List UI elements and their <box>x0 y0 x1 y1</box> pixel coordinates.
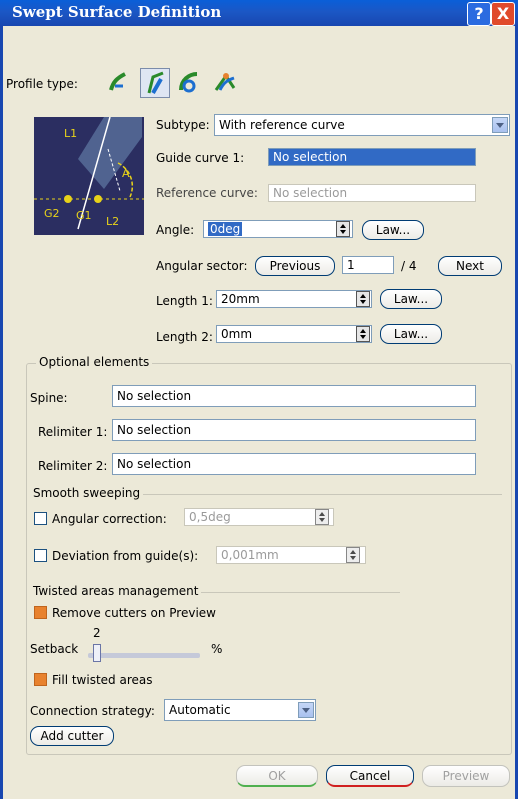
subtype-dropdown-icon[interactable] <box>492 117 508 133</box>
guide-curve-1-field[interactable]: No selection <box>268 148 476 166</box>
length-2-spinner-icon[interactable] <box>356 326 370 342</box>
relimiter-1-field[interactable]: No selection <box>112 419 476 441</box>
spine-field[interactable]: No selection <box>112 385 476 407</box>
length-1-spinner-icon[interactable] <box>356 291 370 307</box>
deviation-spinner-icon[interactable] <box>346 547 360 563</box>
smooth-sweeping-title: Smooth sweeping <box>30 486 144 500</box>
subtype-label: Subtype: <box>156 118 210 132</box>
fill-twisted-areas-label: Fill twisted areas <box>52 673 153 687</box>
preview-label-g1: G1 <box>76 209 92 222</box>
optional-elements-title: Optional elements <box>36 355 153 369</box>
cancel-button[interactable]: Cancel <box>326 765 414 787</box>
preview-label-g2: G2 <box>44 207 60 220</box>
angular-correction-spinner-icon[interactable] <box>315 509 329 525</box>
deviation-checkbox[interactable] <box>34 549 47 562</box>
angular-correction-label: Angular correction: <box>52 512 167 526</box>
length-1-label: Length 1: <box>156 294 213 308</box>
length-1-field[interactable]: 20mm <box>216 290 372 308</box>
setback-slider-thumb[interactable] <box>93 644 101 662</box>
connection-strategy-select[interactable]: Automatic <box>164 699 316 721</box>
previous-button[interactable]: Previous <box>255 256 335 276</box>
angular-correction-field[interactable]: 0,5deg <box>184 508 334 526</box>
deviation-label: Deviation from guide(s): <box>52 549 199 563</box>
reference-curve-label: Reference curve: <box>156 186 258 200</box>
dialog-window: Swept Surface Definition ? X Profile typ… <box>0 0 518 799</box>
conic-profile-icon <box>214 73 236 91</box>
setback-label: Setback <box>30 642 79 656</box>
angle-field[interactable]: 0deg <box>203 220 353 238</box>
preview-label-l1: L1 <box>64 127 77 140</box>
relimiter-1-label: Relimiter 1: <box>38 425 108 439</box>
connection-strategy-label: Connection strategy: <box>30 704 155 718</box>
twisted-areas-title: Twisted areas management <box>30 584 202 598</box>
profile-conic-button[interactable] <box>210 68 240 98</box>
connection-strategy-dropdown-icon[interactable] <box>298 702 314 718</box>
reference-curve-field[interactable]: No selection <box>268 184 476 202</box>
preview-label-a: A <box>122 167 130 180</box>
guide-curve-1-label: Guide curve 1: <box>156 151 245 165</box>
preview-label-l2: L2 <box>106 215 119 228</box>
spine-label: Spine: <box>30 391 68 405</box>
profile-type-label: Profile type: <box>6 77 78 91</box>
window-title: Swept Surface Definition <box>12 3 222 21</box>
setback-unit: % <box>211 642 223 656</box>
profile-explicit-button[interactable] <box>105 68 135 98</box>
length-2-law-button[interactable]: Law... <box>380 324 442 344</box>
profile-circle-button[interactable] <box>175 68 205 98</box>
angle-value: 0deg <box>208 222 243 236</box>
angle-law-button[interactable]: Law... <box>362 220 424 240</box>
fill-twisted-areas-checkbox[interactable] <box>34 673 47 686</box>
angular-sector-field[interactable]: 1 <box>342 256 394 274</box>
explicit-profile-icon <box>109 72 126 91</box>
angular-sector-label: Angular sector: <box>156 259 248 273</box>
remove-cutters-checkbox[interactable] <box>34 606 47 619</box>
sweep-preview-diagram: L1 A G2 G1 L2 <box>34 117 144 235</box>
deviation-field[interactable]: 0,001mm <box>216 546 366 564</box>
length-2-label: Length 2: <box>156 330 213 344</box>
angular-sector-total: / 4 <box>401 259 417 273</box>
next-button[interactable]: Next <box>438 256 502 276</box>
line-profile-icon <box>147 71 164 94</box>
angular-correction-checkbox[interactable] <box>34 512 47 525</box>
relimiter-2-field[interactable]: No selection <box>112 453 476 475</box>
close-button[interactable]: X <box>491 2 515 26</box>
subtype-select[interactable]: With reference curve <box>214 114 510 136</box>
circle-profile-icon <box>179 72 198 93</box>
title-bar[interactable]: Swept Surface Definition ? X <box>0 0 518 26</box>
setback-slider-track[interactable] <box>88 653 200 658</box>
setback-value: 2 <box>93 626 101 640</box>
remove-cutters-label: Remove cutters on Preview <box>52 606 216 620</box>
window-frame-left <box>0 26 3 799</box>
angle-spinner-icon[interactable] <box>336 221 350 237</box>
length-1-law-button[interactable]: Law... <box>380 289 442 309</box>
ok-button[interactable]: OK <box>236 765 318 787</box>
help-button[interactable]: ? <box>467 2 491 26</box>
length-2-field[interactable]: 0mm <box>216 325 372 343</box>
angle-label: Angle: <box>156 223 195 237</box>
preview-button[interactable]: Preview <box>422 765 510 787</box>
profile-line-button[interactable] <box>140 68 170 98</box>
add-cutter-button[interactable]: Add cutter <box>30 726 114 746</box>
relimiter-2-label: Relimiter 2: <box>38 459 108 473</box>
